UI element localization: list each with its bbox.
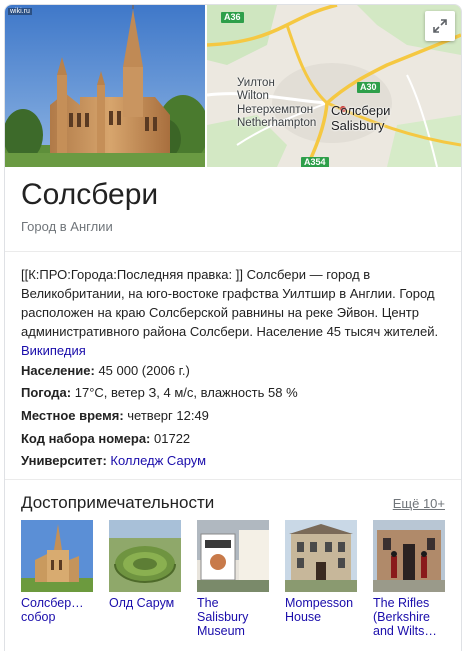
header-images: wiki.ru A36 A30 A354 Уилтон Wilton Нетер… <box>5 5 461 167</box>
knowledge-panel: wiki.ru A36 A30 A354 Уилтон Wilton Нетер… <box>4 4 462 651</box>
divider <box>5 479 461 480</box>
attraction-label: The Salisbury Museum <box>197 596 249 638</box>
attractions-carousel: Солсбер… собор Олд Сарум The Salisbury M… <box>21 520 461 651</box>
cathedral-photo[interactable]: wiki.ru <box>5 5 205 167</box>
fact-weather: Погода: 17°C, ветер З, 4 м/с, влажность … <box>21 384 298 401</box>
fact-value: 01722 <box>154 431 191 446</box>
attraction-tile[interactable]: The Rifles (Berkshire and Wilts… <box>373 520 445 638</box>
map-label-netherhampton-en: Netherhampton <box>237 117 317 129</box>
fact-dialing-code: Код набора номера: 01722 <box>21 430 190 447</box>
fact-university: Университет: Колледж Сарум <box>21 452 206 469</box>
expand-icon <box>433 19 447 33</box>
fact-label: Университет: <box>21 453 107 468</box>
wiki-source-badge: wiki.ru <box>8 8 32 15</box>
fact-value: 17°C, ветер З, 4 м/с, влажность 58 % <box>74 385 298 400</box>
university-link[interactable]: Колледж Сарум <box>110 453 206 468</box>
map-label-wilton-ru: Уилтон <box>237 77 275 89</box>
map-thumbnail[interactable]: A36 A30 A354 Уилтон Wilton Нетерхемптон … <box>207 5 461 167</box>
divider <box>5 251 461 252</box>
more-attractions-link[interactable]: Ещё 10+ <box>393 495 445 512</box>
attraction-tile[interactable]: The Salisbury Museum <box>197 520 269 638</box>
fact-label: Местное время: <box>21 408 124 423</box>
fact-value: четверг 12:49 <box>127 408 209 423</box>
attraction-image <box>197 520 269 592</box>
map-label-salisbury-ru: Солсбери <box>331 103 391 118</box>
attraction-label: The Rifles (Berkshire and Wilts… <box>373 596 437 638</box>
attraction-tile[interactable]: Олд Сарум <box>109 520 181 610</box>
map-label-netherhampton-ru: Нетерхемптон <box>237 104 314 116</box>
attraction-image <box>285 520 357 592</box>
entity-subtitle: Город в Англии <box>21 219 113 234</box>
description-text: [[К:ПРО:Города:Последняя правка: ]] Солс… <box>21 267 439 339</box>
entity-title: Солсбери <box>21 178 159 211</box>
attraction-label: Олд Сарум <box>109 596 175 610</box>
fact-label: Погода: <box>21 385 72 400</box>
map-label-wilton-en: Wilton <box>237 90 269 102</box>
fact-population: Население: 45 000 (2006 г.) <box>21 362 190 379</box>
wikipedia-link[interactable]: Википедия <box>21 343 86 358</box>
road-badge-a354: A354 <box>301 157 329 167</box>
fact-label: Код набора номера: <box>21 431 151 446</box>
fact-value: 45 000 (2006 г.) <box>98 363 190 378</box>
map-expand-button[interactable] <box>425 11 455 41</box>
entity-description: [[К:ПРО:Города:Последняя правка: ]] Солс… <box>21 265 449 360</box>
road-badge-a36: A36 <box>221 12 244 23</box>
attraction-tile[interactable]: Mompesson House <box>285 520 357 624</box>
attraction-tile[interactable]: Солсбер… собор <box>21 520 93 624</box>
cathedral-illustration <box>5 5 205 167</box>
map-label-salisbury-en: Salisbury <box>331 118 385 133</box>
attraction-label: Солсбер… собор <box>21 596 84 624</box>
attraction-image <box>109 520 181 592</box>
attraction-image <box>21 520 93 592</box>
fact-label: Население: <box>21 363 95 378</box>
attractions-title: Достопримечательности <box>21 493 215 512</box>
attraction-label: Mompesson House <box>285 596 354 624</box>
fact-local-time: Местное время: четверг 12:49 <box>21 407 209 424</box>
road-badge-a30: A30 <box>357 82 380 93</box>
attraction-image <box>373 520 445 592</box>
